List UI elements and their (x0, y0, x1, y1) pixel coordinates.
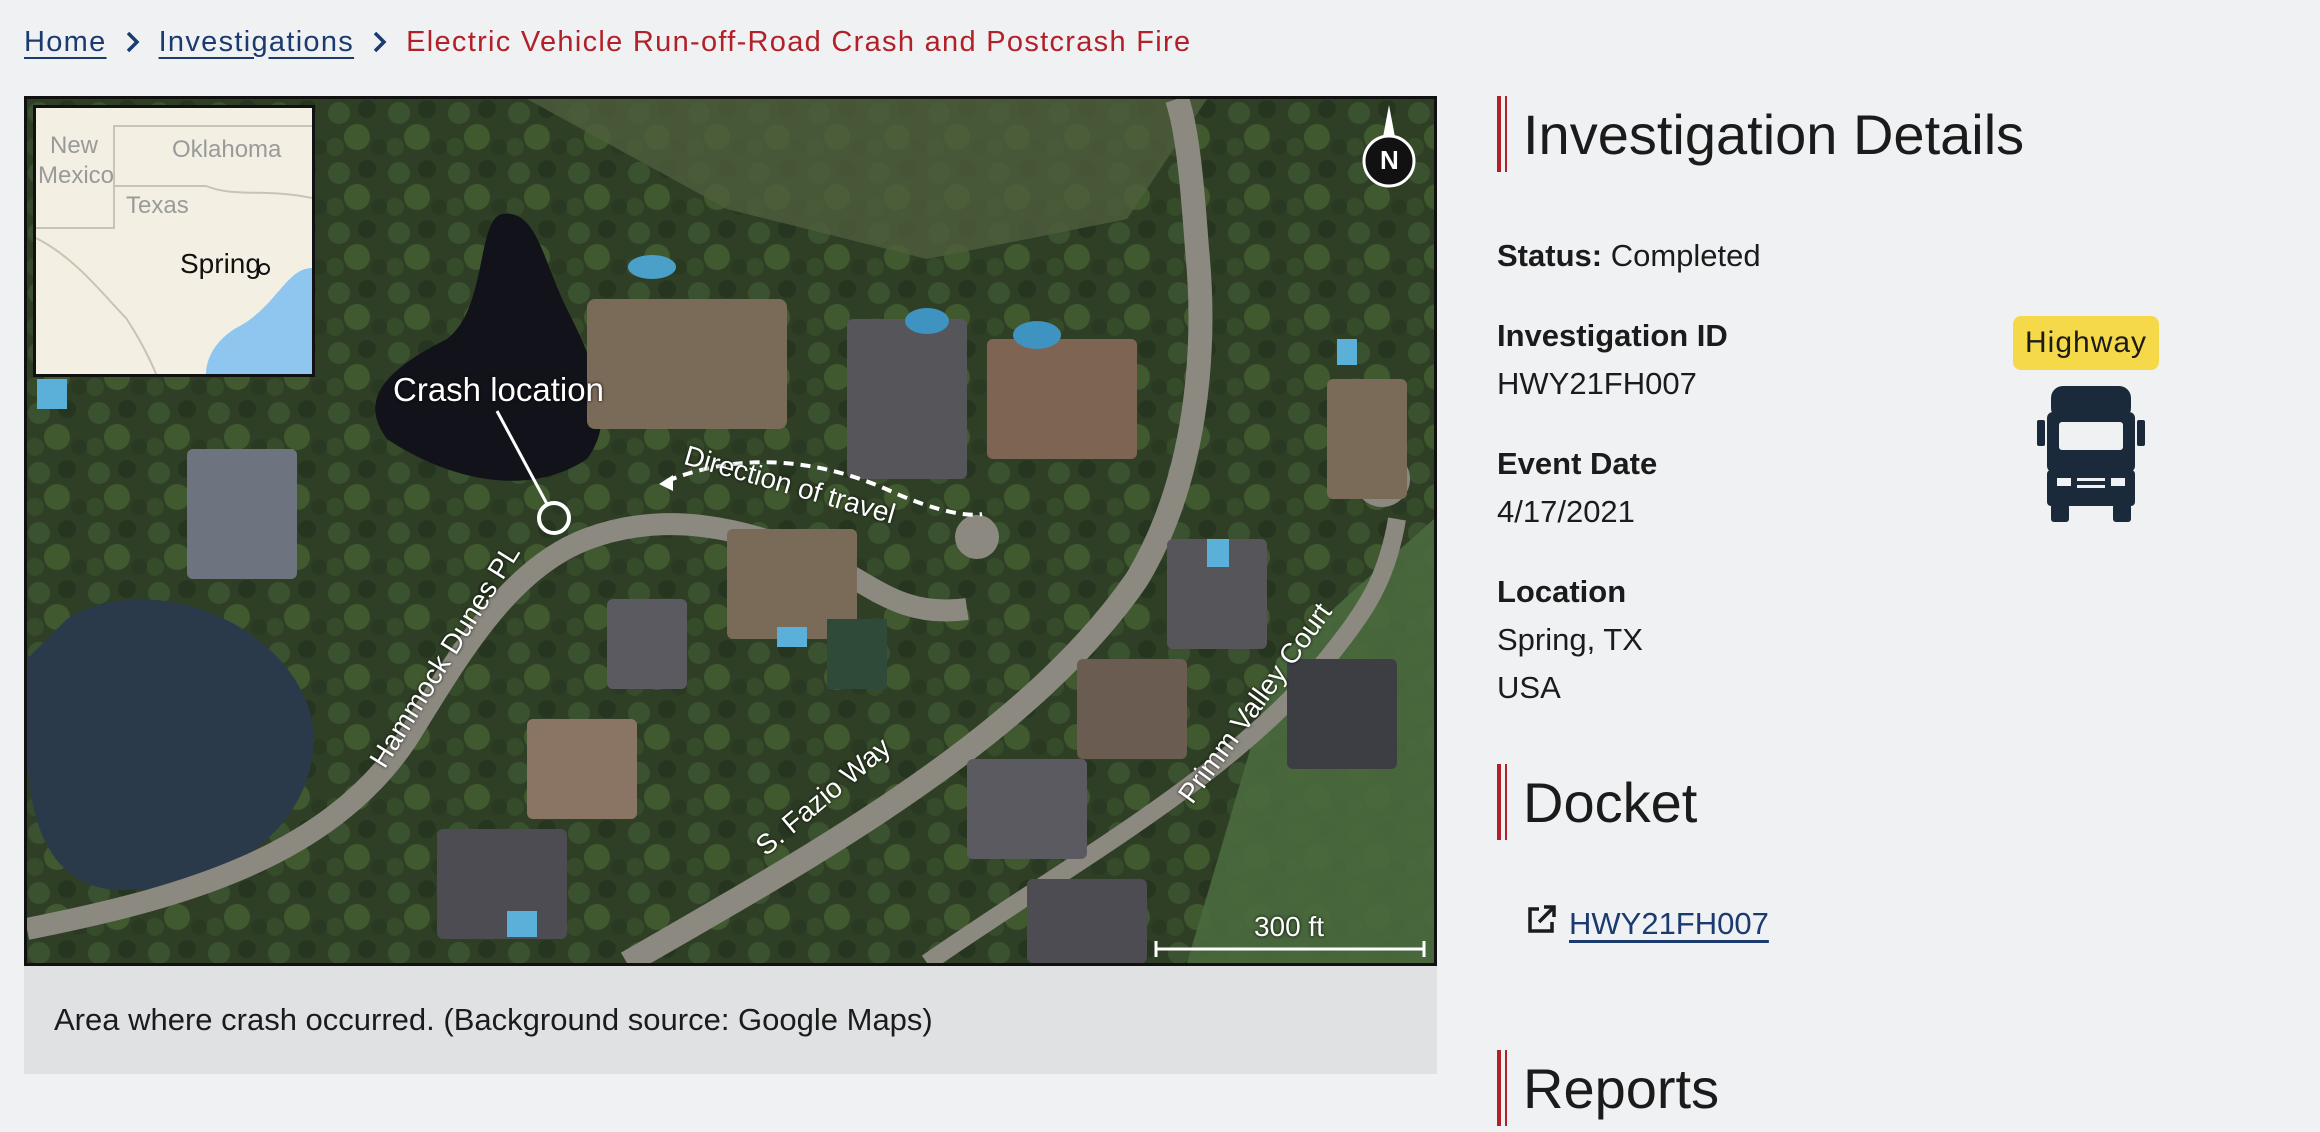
investigation-details-heading: Investigation Details (1497, 96, 2257, 172)
truck-icon (2037, 382, 2145, 529)
breadcrumb-current: Electric Vehicle Run-off-Road Crash and … (406, 25, 1192, 58)
docket-heading: Docket (1497, 764, 2257, 840)
crash-figure: N New Mexico Oklahoma Texas Spring Crash… (24, 96, 1437, 1074)
compass-north-label: N (1380, 145, 1399, 175)
inset-label-new: New (50, 132, 99, 159)
location-city-value: Spring, TX (1497, 622, 1643, 657)
location-label: Location (1497, 574, 1627, 609)
inset-city-label: Spring (180, 248, 261, 279)
locator-inset-map: New Mexico Oklahoma Texas Spring (33, 105, 315, 377)
docket-link[interactable]: HWY21FH007 (1569, 906, 1769, 942)
external-link-icon (1525, 904, 1557, 944)
event-date-label: Event Date (1497, 446, 1658, 481)
investigation-id-value: HWY21FH007 (1497, 366, 1697, 401)
breadcrumb-home-link[interactable]: Home (24, 26, 107, 59)
investigation-id-label: Investigation ID (1497, 318, 1728, 353)
status-field: Status: Completed (1497, 238, 1761, 274)
chevron-right-icon (372, 31, 388, 53)
figure-caption: Area where crash occurred. (Background s… (24, 966, 1437, 1074)
breadcrumb: Home Investigations Electric Vehicle Run… (24, 20, 1191, 64)
scale-bar-label: 300 ft (1253, 911, 1324, 942)
inset-label-texas: Texas (126, 192, 189, 219)
docket-link-row: HWY21FH007 (1525, 904, 1769, 944)
mode-badge: Highway (2013, 316, 2160, 370)
location-country-value: USA (1497, 670, 1561, 705)
chevron-right-icon (125, 31, 141, 53)
breadcrumb-investigations-link[interactable]: Investigations (159, 26, 355, 59)
inset-label-mexico: Mexico (38, 162, 115, 189)
inset-label-oklahoma: Oklahoma (172, 136, 282, 163)
event-date-value: 4/17/2021 (1497, 494, 1635, 529)
status-label: Status: (1497, 238, 1603, 273)
reports-heading: Reports (1497, 1050, 2257, 1126)
crash-location-label: Crash location (393, 371, 604, 408)
aerial-map-image: N New Mexico Oklahoma Texas Spring Crash… (24, 96, 1437, 966)
status-value: Completed (1610, 238, 1761, 273)
